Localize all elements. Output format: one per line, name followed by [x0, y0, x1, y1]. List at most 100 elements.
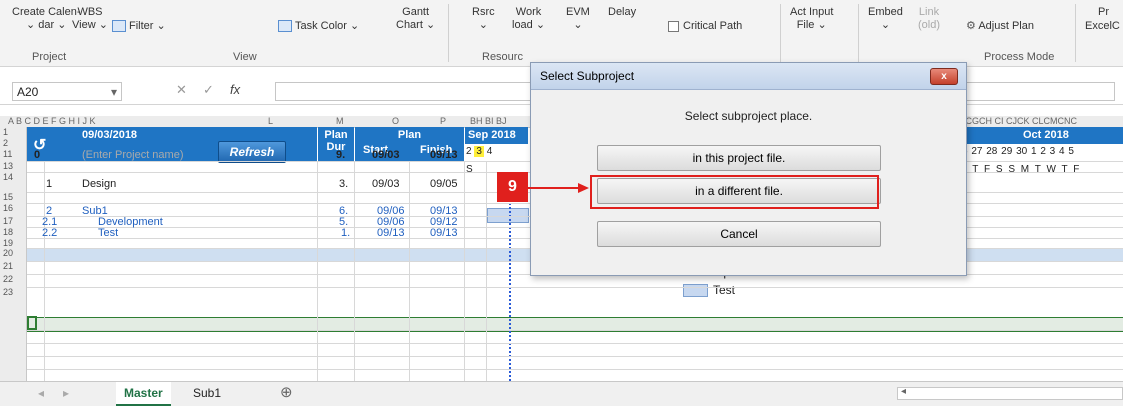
- chevron-down-icon: ⌄: [478, 19, 488, 31]
- cell-start[interactable]: 09/03: [372, 178, 400, 190]
- wbs-view-label: View: [72, 19, 96, 31]
- chevron-down-icon: ⌄: [573, 19, 583, 31]
- delay-button[interactable]: Delay: [608, 6, 636, 19]
- adjust-plan-label: Adjust Plan: [978, 20, 1034, 32]
- chevron-down-icon: ⌄: [26, 19, 39, 31]
- act-input-label: Act Input: [790, 6, 834, 18]
- tab-sub1[interactable]: Sub1: [185, 382, 229, 404]
- cancel-button[interactable]: Cancel: [597, 221, 881, 247]
- cell-task-name[interactable]: Test: [98, 227, 118, 239]
- enter-icon[interactable]: ✓: [203, 82, 214, 98]
- cell-dur[interactable]: 1.: [341, 227, 350, 239]
- highlight-box: [590, 175, 879, 209]
- cancel-icon[interactable]: ✕: [176, 82, 187, 98]
- critical-path-label: Critical Path: [683, 20, 743, 32]
- tab-scroll-left-icon[interactable]: ◂: [30, 382, 52, 404]
- scroll-left-icon[interactable]: ◂: [901, 386, 906, 397]
- task-color-icon: [278, 20, 292, 33]
- select-subproject-dialog: Select Subproject x Select subproject pl…: [530, 62, 967, 276]
- dialog-title: Select Subproject: [540, 69, 635, 83]
- rsrc-button[interactable]: Rsrc ⌄: [472, 6, 495, 32]
- workload-button[interactable]: Work load ⌄: [512, 6, 545, 32]
- link-label: Link: [918, 6, 940, 18]
- task-color-button[interactable]: Task Color ⌄: [278, 20, 359, 33]
- cell-start[interactable]: 09/03: [372, 149, 400, 161]
- pr-label: Pr: [1098, 6, 1109, 18]
- embed-label: Embed: [868, 6, 903, 18]
- dialog-title-bar[interactable]: Select Subproject x: [531, 63, 966, 90]
- horizontal-scrollbar[interactable]: ◂: [897, 386, 1123, 400]
- group-view-label: View: [233, 51, 257, 63]
- tab-scroll-right-icon[interactable]: ▸: [55, 382, 77, 404]
- pr-button[interactable]: Pr: [1098, 6, 1109, 19]
- chevron-down-icon: ⌄: [532, 19, 546, 31]
- adjust-plan-button[interactable]: ⚙ Adjust Plan: [966, 20, 1034, 33]
- column-letters-gantt-right: FCGCH CI CJCK CLCMCNC: [960, 116, 1077, 126]
- this-project-file-button[interactable]: in this project file.: [597, 145, 881, 171]
- cell-project-name[interactable]: (Enter Project name): [82, 149, 183, 161]
- cell-start[interactable]: 09/13: [377, 227, 405, 239]
- filter-label: Filter: [129, 20, 154, 32]
- add-sheet-icon[interactable]: ⊕: [272, 382, 301, 404]
- cell-finish[interactable]: 09/13: [430, 227, 458, 239]
- wbs-label: WBS: [77, 6, 103, 18]
- link-old-button[interactable]: Link (old): [918, 6, 940, 32]
- cell-id[interactable]: 2.2: [42, 227, 57, 239]
- link-old-label: (old): [918, 19, 941, 31]
- load-label: load: [512, 19, 533, 31]
- checkbox-icon: [668, 20, 679, 32]
- create-calendar-label: Create Calen-: [12, 6, 81, 18]
- column-p[interactable]: P: [440, 116, 446, 126]
- close-icon[interactable]: x: [930, 68, 958, 85]
- filter-button[interactable]: Filter ⌄: [112, 20, 166, 33]
- cell-dur[interactable]: 9.: [336, 149, 345, 161]
- column-m[interactable]: M: [336, 116, 344, 126]
- excel-button[interactable]: ExcelC: [1085, 20, 1120, 33]
- file-label: File: [796, 19, 815, 31]
- ribbon-separator: [1075, 4, 1076, 62]
- column-letters-left: A B C D E F G H I J K: [8, 116, 96, 126]
- create-calendar-button[interactable]: Create Calen- ⌄ dar ⌄: [12, 6, 80, 32]
- dialog-message: Select subproject place.: [684, 109, 813, 123]
- cell-dur[interactable]: 3.: [339, 178, 348, 190]
- cell-id[interactable]: 0: [34, 149, 40, 161]
- ribbon-separator: [858, 4, 859, 62]
- critical-path-checkbox[interactable]: Critical Path: [668, 20, 742, 33]
- chevron-down-icon: ▾: [110, 85, 117, 99]
- evm-button[interactable]: EVM ⌄: [566, 6, 590, 32]
- work-label: Work: [515, 6, 542, 18]
- column-o[interactable]: O: [392, 116, 399, 126]
- chevron-down-icon: ⌄: [54, 19, 67, 31]
- cell-finish[interactable]: 09/05: [430, 178, 458, 190]
- embed-button[interactable]: Embed ⌄: [868, 6, 903, 32]
- filter-icon: [112, 20, 126, 33]
- ribbon: Create Calen- ⌄ dar ⌄ WBS View ⌄ Filter …: [0, 0, 1123, 67]
- chevron-down-icon: ⌄: [880, 19, 891, 31]
- task-color-label: Task Color: [295, 20, 347, 32]
- chevron-down-icon: ⌄: [346, 20, 360, 32]
- group-resource-label: Resourc: [482, 51, 523, 63]
- column-letters-gantt: BH BI BJ: [470, 116, 507, 126]
- chevron-down-icon: ⌄: [153, 20, 166, 32]
- column-l[interactable]: L: [268, 116, 273, 126]
- wbs-view-button[interactable]: WBS View ⌄: [72, 6, 108, 32]
- chevron-down-icon: ⌄: [95, 19, 108, 31]
- evm-label: EVM: [566, 6, 590, 18]
- cell-task-name[interactable]: Design: [82, 178, 116, 190]
- sheet-tab-bar: ◂ ▸ Master Sub1 ⊕ ◂: [0, 381, 1123, 406]
- chevron-down-icon: ⌄: [422, 19, 436, 31]
- chevron-down-icon: ⌄: [814, 19, 827, 31]
- group-process-mode-label: Process Mode: [984, 51, 1055, 63]
- arrow-icon: [528, 183, 589, 193]
- cell-id[interactable]: 1: [46, 178, 52, 190]
- gantt-chart-button[interactable]: Gantt Chart ⌄: [396, 6, 435, 32]
- gantt-label: Gantt: [402, 6, 430, 18]
- tab-master[interactable]: Master: [116, 382, 171, 406]
- cell-finish[interactable]: 09/13: [430, 149, 458, 161]
- delay-label: Delay: [608, 6, 637, 18]
- create-calendar-label-2: dar: [38, 19, 55, 31]
- act-input-file-button[interactable]: Act Input File ⌄: [790, 6, 833, 32]
- name-box-value: A20: [17, 85, 39, 99]
- insert-function-icon[interactable]: fx: [230, 82, 240, 97]
- name-box[interactable]: A20 ▾: [12, 82, 122, 101]
